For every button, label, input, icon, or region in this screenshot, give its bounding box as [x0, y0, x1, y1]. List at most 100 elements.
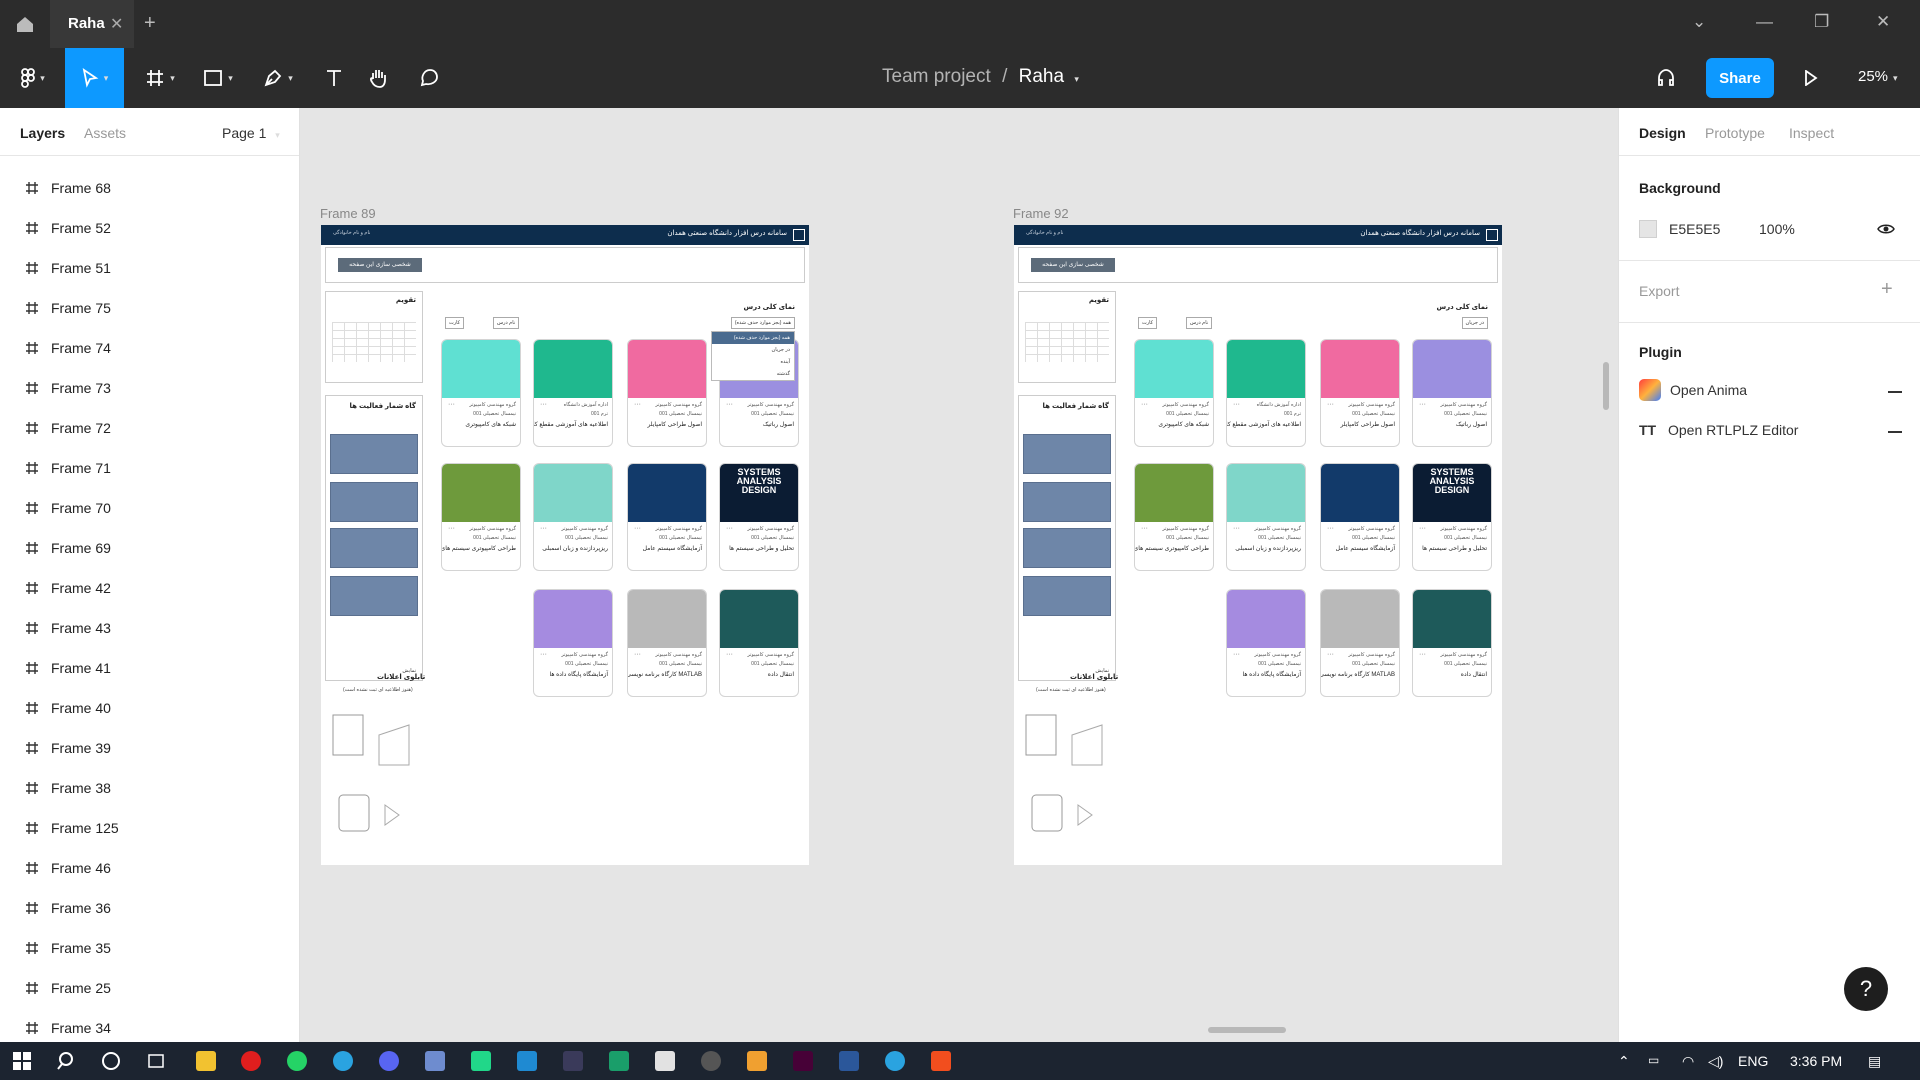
layer-item[interactable]: Frame 38: [0, 768, 299, 808]
word-icon[interactable]: [839, 1051, 859, 1071]
notice-title: تابلوی اعلانات: [377, 674, 426, 681]
background-swatch[interactable]: [1639, 220, 1657, 238]
language-indicator[interactable]: ENG: [1738, 1053, 1768, 1069]
layer-item[interactable]: Frame 43: [0, 608, 299, 648]
tab-prototype[interactable]: Prototype: [1705, 125, 1765, 141]
audio-button[interactable]: [1648, 48, 1684, 108]
layer-item[interactable]: Frame 36: [0, 888, 299, 928]
app-green-icon[interactable]: [609, 1051, 629, 1071]
notifications-icon[interactable]: ▤: [1868, 1053, 1881, 1070]
help-button[interactable]: ?: [1844, 967, 1888, 1011]
layer-item[interactable]: Frame 42: [0, 568, 299, 608]
frame-89[interactable]: سامانه درس افزار دانشگاه صنعتی همدان نام …: [321, 225, 809, 865]
layer-item[interactable]: Frame 69: [0, 528, 299, 568]
background-opacity-input[interactable]: 100%: [1759, 221, 1795, 237]
plugin-open-anima[interactable]: Open Anima: [1639, 378, 1747, 402]
cortana-icon[interactable]: [101, 1051, 121, 1071]
clock[interactable]: 3:36 PM: [1790, 1053, 1842, 1069]
home-icon[interactable]: [14, 13, 36, 35]
frame-92[interactable]: سامانه درس افزار دانشگاه صنعتی همدان نام …: [1014, 225, 1502, 865]
file-explorer-icon[interactable]: [196, 1051, 216, 1071]
telegram-icon[interactable]: [333, 1051, 353, 1071]
layer-item[interactable]: Frame 51: [0, 248, 299, 288]
comment-tool-button[interactable]: [412, 48, 446, 108]
layer-item[interactable]: Frame 71: [0, 448, 299, 488]
battery-icon[interactable]: ▭: [1648, 1053, 1659, 1067]
text-tool-button[interactable]: [314, 48, 354, 108]
layer-item[interactable]: Frame 70: [0, 488, 299, 528]
course-image: [1135, 340, 1213, 398]
discord-icon[interactable]: [379, 1051, 399, 1071]
tab-inspect[interactable]: Inspect: [1789, 125, 1834, 141]
app-m-icon[interactable]: [563, 1051, 583, 1071]
frame-label-89[interactable]: Frame 89: [320, 206, 376, 221]
opera-icon[interactable]: [241, 1051, 261, 1071]
site-title: سامانه درس افزار دانشگاه صنعتی همدان: [1360, 230, 1480, 237]
layer-item[interactable]: Frame 52: [0, 208, 299, 248]
tab-assets[interactable]: Assets: [84, 125, 126, 141]
zoom-dropdown[interactable]: 25% ▾: [1858, 68, 1898, 85]
layer-item[interactable]: Frame 73: [0, 368, 299, 408]
background-hex-input[interactable]: E5E5E5: [1669, 221, 1720, 237]
whatsapp-icon[interactable]: [287, 1051, 307, 1071]
wifi-icon[interactable]: ◠: [1682, 1053, 1694, 1070]
breadcrumb-file[interactable]: Raha: [1019, 66, 1064, 87]
layer-item[interactable]: Frame 35: [0, 928, 299, 968]
frame-label-92[interactable]: Frame 92: [1013, 206, 1069, 221]
breadcrumb-team[interactable]: Team project: [882, 66, 991, 87]
adobe-xd-icon[interactable]: [793, 1051, 813, 1071]
layer-item[interactable]: Frame 41: [0, 648, 299, 688]
app-white-icon[interactable]: [655, 1051, 675, 1071]
pycharm-icon[interactable]: [471, 1051, 491, 1071]
minimize-icon[interactable]: —: [1756, 12, 1773, 32]
layer-item[interactable]: Frame 75: [0, 288, 299, 328]
figma-app-icon[interactable]: [931, 1051, 951, 1071]
new-tab-icon[interactable]: +: [144, 12, 156, 35]
layer-item[interactable]: Frame 40: [0, 688, 299, 728]
pen-tool-button[interactable]: ▾: [256, 48, 300, 108]
tab-layers[interactable]: Layers: [20, 125, 65, 141]
xampp-icon[interactable]: [747, 1051, 767, 1071]
main-menu-button[interactable]: ▾: [10, 48, 56, 108]
close-tab-icon[interactable]: ✕: [110, 14, 123, 34]
telegram-icon[interactable]: [885, 1051, 905, 1071]
layer-item[interactable]: Frame 25: [0, 968, 299, 1008]
task-view-icon[interactable]: [146, 1051, 166, 1071]
remove-plugin-icon[interactable]: [1888, 431, 1902, 433]
share-button[interactable]: Share: [1706, 58, 1774, 98]
vertical-scrollbar[interactable]: [1603, 362, 1609, 410]
add-export-icon[interactable]: +: [1881, 278, 1893, 301]
app-w-icon[interactable]: [701, 1051, 721, 1071]
close-window-icon[interactable]: ✕: [1876, 12, 1890, 32]
layer-name: Frame 43: [51, 620, 111, 636]
layer-item[interactable]: Frame 125: [0, 808, 299, 848]
vscode-icon[interactable]: [517, 1051, 537, 1071]
app-cube-icon[interactable]: [425, 1051, 445, 1071]
tab-design[interactable]: Design: [1639, 125, 1686, 141]
plugin-open-rtlplz[interactable]: TT Open RTLPLZ Editor: [1639, 418, 1798, 442]
chevron-down-icon[interactable]: ⌄: [1692, 12, 1706, 32]
chevron-down-icon[interactable]: ▾: [1074, 74, 1079, 84]
file-tab[interactable]: Raha ✕: [50, 0, 134, 48]
hand-tool-button[interactable]: [362, 48, 394, 108]
layer-item[interactable]: Frame 68: [0, 168, 299, 208]
move-tool-button[interactable]: ▾: [65, 48, 124, 108]
remove-plugin-icon[interactable]: [1888, 391, 1902, 393]
layer-item[interactable]: Frame 74: [0, 328, 299, 368]
tray-chevron-icon[interactable]: ⌃: [1618, 1053, 1630, 1070]
frame-tool-button[interactable]: ▾: [138, 48, 182, 108]
layer-item[interactable]: Frame 39: [0, 728, 299, 768]
windows-start-icon[interactable]: [12, 1051, 32, 1071]
restore-icon[interactable]: ❐: [1814, 12, 1829, 32]
layer-item[interactable]: Frame 46: [0, 848, 299, 888]
horizontal-scrollbar[interactable]: [1208, 1027, 1286, 1033]
search-icon[interactable]: [57, 1051, 77, 1071]
page-selector[interactable]: Page 1 ▾: [222, 125, 280, 141]
eye-icon[interactable]: [1877, 222, 1895, 236]
canvas[interactable]: Frame 89 Frame 92 سامانه درس افزار دانشگ…: [300, 108, 1618, 1042]
shape-tool-button[interactable]: ▾: [196, 48, 240, 108]
calendar-widget: تقویم: [325, 291, 423, 383]
volume-icon[interactable]: ◁): [1708, 1053, 1723, 1070]
layer-item[interactable]: Frame 72: [0, 408, 299, 448]
present-button[interactable]: [1798, 48, 1824, 108]
